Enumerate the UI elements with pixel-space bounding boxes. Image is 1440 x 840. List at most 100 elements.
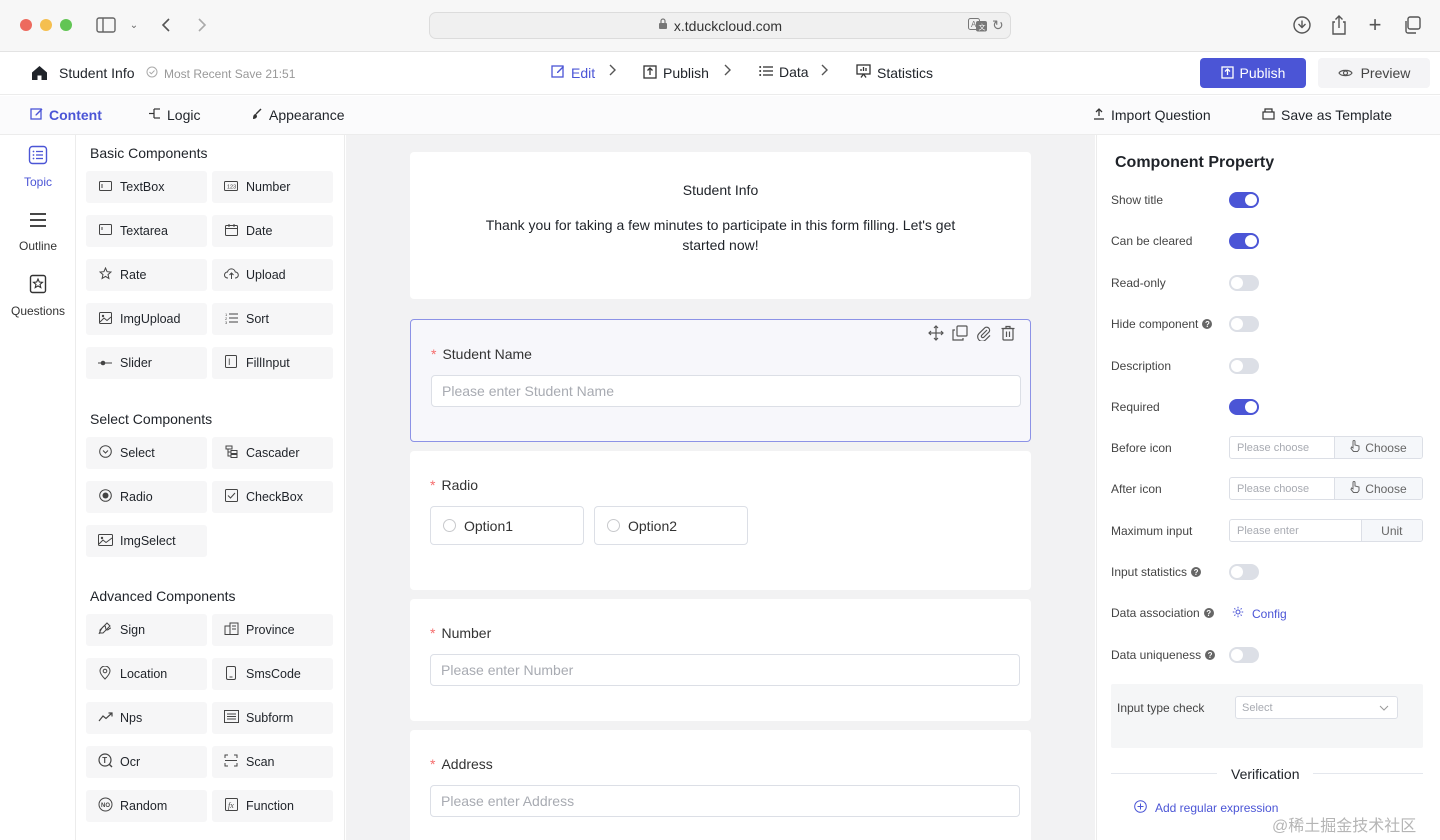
- help-icon[interactable]: ?: [1191, 567, 1202, 577]
- pointer-hand-icon: [1350, 481, 1361, 496]
- component-textarea[interactable]: Textarea: [86, 215, 207, 247]
- component-sort[interactable]: 1 2 3 Sort: [212, 303, 333, 335]
- step-data[interactable]: Data: [759, 64, 809, 80]
- question-card-number[interactable]: * Number Please enter Number: [410, 599, 1031, 721]
- config-button[interactable]: Config: [1232, 606, 1287, 621]
- input-statistics-toggle[interactable]: [1229, 564, 1259, 580]
- student-name-input[interactable]: Please enter Student Name: [431, 375, 1021, 407]
- download-icon[interactable]: [1290, 14, 1314, 36]
- edit-icon: [551, 64, 565, 81]
- can-be-cleared-toggle[interactable]: [1229, 233, 1259, 249]
- component-checkbox[interactable]: CheckBox: [212, 481, 333, 513]
- location-pin-icon: [98, 665, 112, 683]
- import-question-button[interactable]: Import Question: [1093, 107, 1211, 123]
- component-upload[interactable]: Upload: [212, 259, 333, 291]
- home-icon[interactable]: [31, 65, 48, 84]
- number-input[interactable]: Please enter Number: [430, 654, 1020, 686]
- before-icon-choose-button[interactable]: Choose: [1333, 437, 1422, 458]
- step-publish[interactable]: Publish: [643, 64, 709, 82]
- minimize-window-button[interactable]: [40, 19, 52, 31]
- question-card-student-name[interactable]: * Student Name Please enter Student Name: [410, 319, 1031, 442]
- address-input[interactable]: Please enter Address: [430, 785, 1020, 817]
- chevron-down-icon[interactable]: ⌄: [122, 14, 146, 36]
- show-title-toggle[interactable]: [1229, 192, 1259, 208]
- component-number[interactable]: 123 Number: [212, 171, 333, 203]
- save-template-button[interactable]: Save as Template: [1262, 107, 1392, 123]
- sidebar-toggle-icon[interactable]: [94, 14, 118, 36]
- tab-logic-label: Logic: [167, 107, 201, 123]
- radio-option-1[interactable]: Option1: [430, 506, 584, 545]
- after-icon-choose-button[interactable]: Choose: [1333, 478, 1422, 499]
- component-textbox[interactable]: TextBox: [86, 171, 207, 203]
- rail-item-questions[interactable]: Questions: [0, 274, 76, 318]
- component-ocr[interactable]: T Ocr: [86, 746, 207, 778]
- component-location[interactable]: Location: [86, 658, 207, 690]
- share-icon[interactable]: [1327, 14, 1351, 36]
- component-radio[interactable]: Radio: [86, 481, 207, 513]
- component-select[interactable]: Select: [86, 437, 207, 469]
- component-fillinput[interactable]: I FillInput: [212, 347, 333, 379]
- tab-appearance[interactable]: Appearance: [252, 107, 345, 123]
- input-type-select[interactable]: Select: [1235, 696, 1398, 719]
- show-title-label: Show title: [1111, 193, 1164, 207]
- translate-icon[interactable]: A文: [968, 18, 988, 35]
- new-tab-icon[interactable]: +: [1363, 12, 1387, 37]
- component-sign[interactable]: Sign: [86, 614, 207, 646]
- description-toggle[interactable]: [1229, 358, 1259, 374]
- attachment-icon[interactable]: [976, 325, 992, 344]
- component-slider[interactable]: Slider: [86, 347, 207, 379]
- trash-icon[interactable]: [1000, 325, 1016, 344]
- rail-item-outline-label: Outline: [18, 239, 58, 253]
- component-subform[interactable]: Subform: [212, 702, 333, 734]
- copy-icon[interactable]: [952, 325, 968, 344]
- step-statistics[interactable]: Statistics: [856, 64, 933, 81]
- required-label: Required: [1111, 400, 1160, 414]
- component-rate[interactable]: Rate: [86, 259, 207, 291]
- question-card-radio[interactable]: * Radio Option1 Option2: [410, 451, 1031, 590]
- back-icon[interactable]: [154, 14, 178, 36]
- forward-icon[interactable]: [190, 14, 214, 36]
- help-icon[interactable]: ?: [1202, 319, 1213, 329]
- hide-component-toggle[interactable]: [1229, 316, 1259, 332]
- component-random[interactable]: NO Random: [86, 790, 207, 822]
- step-edit[interactable]: Edit: [551, 64, 595, 81]
- close-window-button[interactable]: [20, 19, 32, 31]
- read-only-toggle[interactable]: [1229, 275, 1259, 291]
- component-date[interactable]: Date: [212, 215, 333, 247]
- component-cascader[interactable]: Cascader: [212, 437, 333, 469]
- reload-icon[interactable]: ↻: [992, 17, 1004, 34]
- tab-content[interactable]: Content: [30, 107, 102, 123]
- zoom-window-button[interactable]: [60, 19, 72, 31]
- component-scan[interactable]: Scan: [212, 746, 333, 778]
- tab-logic[interactable]: Logic: [148, 107, 200, 123]
- add-regex-button[interactable]: Add regular expression: [1134, 800, 1278, 816]
- radio-option-2[interactable]: Option2: [594, 506, 748, 545]
- form-header-card[interactable]: Student Info Thank you for taking a few …: [410, 152, 1031, 299]
- max-input-field[interactable]: Please enter Unit: [1229, 519, 1423, 542]
- rail-item-topic[interactable]: Topic: [0, 145, 76, 189]
- slider-icon: [98, 356, 112, 370]
- component-smscode[interactable]: SmsCode: [212, 658, 333, 690]
- component-function[interactable]: fx Function: [212, 790, 333, 822]
- help-icon[interactable]: ?: [1205, 650, 1216, 660]
- tabs-overview-icon[interactable]: [1400, 14, 1424, 36]
- help-icon[interactable]: ?: [1203, 608, 1214, 618]
- preview-button[interactable]: Preview: [1318, 58, 1430, 88]
- rail-item-outline[interactable]: Outline: [0, 211, 76, 253]
- move-icon[interactable]: [928, 325, 944, 344]
- component-imgupload[interactable]: ImgUpload: [86, 303, 207, 335]
- component-imgselect[interactable]: ImgSelect: [86, 525, 207, 557]
- publish-button[interactable]: Publish: [1200, 58, 1306, 88]
- after-icon-picker[interactable]: Please choose Choose: [1229, 477, 1423, 500]
- component-province[interactable]: Province: [212, 614, 333, 646]
- read-only-label: Read-only: [1111, 276, 1166, 290]
- data-uniqueness-toggle[interactable]: [1229, 647, 1259, 663]
- component-nps[interactable]: Nps: [86, 702, 207, 734]
- checkbox-icon: [224, 489, 238, 505]
- form-heading: Student Info: [682, 182, 759, 198]
- address-bar[interactable]: x.tduckcloud.com A文 ↻: [429, 12, 1011, 39]
- before-icon-picker[interactable]: Please choose Choose: [1229, 436, 1423, 459]
- question-card-address[interactable]: * Address Please enter Address: [410, 730, 1031, 840]
- required-toggle[interactable]: [1229, 399, 1259, 415]
- url-text: x.tduckcloud.com: [673, 17, 783, 34]
